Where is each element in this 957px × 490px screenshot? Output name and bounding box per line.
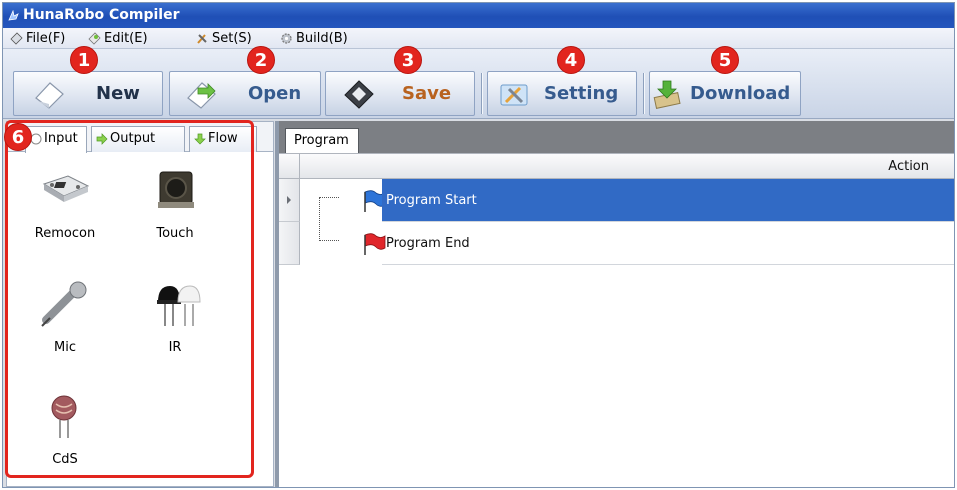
toolbar-separator — [643, 73, 645, 114]
setting-tools-icon — [500, 84, 528, 106]
callout-badge: 1 — [70, 46, 98, 74]
cds-photoresistor-icon — [51, 395, 77, 438]
remote-control-module-icon — [42, 175, 90, 202]
callout-badge: 6 — [4, 123, 32, 151]
program-node-row[interactable]: Program End — [300, 222, 954, 265]
arrow-right-icon — [96, 133, 108, 145]
download-icon — [653, 80, 681, 109]
window-title: HunaRobo Compiler — [23, 7, 180, 23]
column-header-action[interactable]: Action — [888, 154, 929, 179]
row-header[interactable] — [279, 179, 300, 222]
menu-set[interactable]: Set(S) — [195, 30, 252, 47]
grid-corner — [279, 154, 300, 179]
program-start-node[interactable]: Program Start — [382, 179, 954, 222]
program-end-node[interactable]: Program End — [382, 222, 954, 265]
setting-button[interactable]: Setting — [487, 71, 637, 116]
toolbar: New Open Save Setting Download — [3, 49, 954, 119]
menu-edit[interactable]: Edit(E) — [87, 30, 148, 47]
palette-item-cds[interactable]: CdS — [20, 392, 110, 487]
palette-item-remocon[interactable]: Remocon — [20, 166, 110, 266]
app-window: HunaRobo Compiler File(F) Edit(E) Set(S)… — [2, 2, 955, 488]
tab-program[interactable]: Program — [285, 128, 359, 153]
arrow-down-icon — [194, 133, 206, 145]
save-button[interactable]: Save — [325, 71, 475, 116]
menu-bar: File(F) Edit(E) Set(S) Build(B) — [3, 28, 954, 49]
callout-badge: 3 — [394, 46, 422, 74]
row-header[interactable] — [279, 222, 300, 265]
new-button[interactable]: New — [13, 71, 163, 116]
tools-icon — [197, 34, 207, 44]
file-menu-icon — [10, 32, 23, 45]
program-tabs: Program — [279, 121, 954, 153]
sensor-palette: Remocon Touch Mic IR CdS — [12, 154, 262, 484]
callout-badge: 4 — [557, 46, 585, 74]
gear-icon — [281, 33, 292, 44]
tab-input[interactable]: Input — [25, 126, 87, 153]
menu-file[interactable]: File(F) — [9, 30, 65, 47]
tab-flow[interactable]: Flow — [189, 126, 257, 152]
program-node-row[interactable]: Program Start — [300, 179, 954, 222]
callout-badge: 5 — [711, 46, 739, 74]
palette-item-ir[interactable]: IR — [130, 280, 220, 380]
menu-build[interactable]: Build(B) — [279, 30, 348, 47]
palette-item-touch[interactable]: Touch — [130, 166, 220, 266]
tactile-switch-icon — [158, 171, 194, 208]
palette-panel: Input Output Flow Remocon Touch Mic IR C… — [6, 121, 274, 487]
current-row-indicator-icon — [287, 196, 291, 204]
download-button[interactable]: Download — [649, 71, 801, 116]
program-grid: Action Program Start Program End — [279, 153, 954, 487]
palette-item-mic[interactable]: Mic — [20, 280, 110, 380]
save-disk-icon — [344, 80, 374, 109]
app-icon — [8, 10, 19, 21]
open-file-icon — [187, 82, 216, 109]
grid-header: Action — [279, 153, 954, 179]
toolbar-separator — [481, 73, 483, 114]
callout-badge: 2 — [247, 46, 275, 74]
microphone-module-icon — [41, 281, 87, 327]
new-file-icon — [35, 82, 64, 109]
edit-menu-icon — [88, 32, 101, 45]
tab-output[interactable]: Output — [91, 126, 185, 152]
open-button[interactable]: Open — [169, 71, 321, 116]
palette-tabs: Input Output Flow — [7, 122, 273, 153]
ir-sensor-icon — [157, 285, 201, 326]
title-bar: HunaRobo Compiler — [3, 3, 954, 28]
program-panel: Program Action Program Start Program End — [279, 121, 954, 487]
